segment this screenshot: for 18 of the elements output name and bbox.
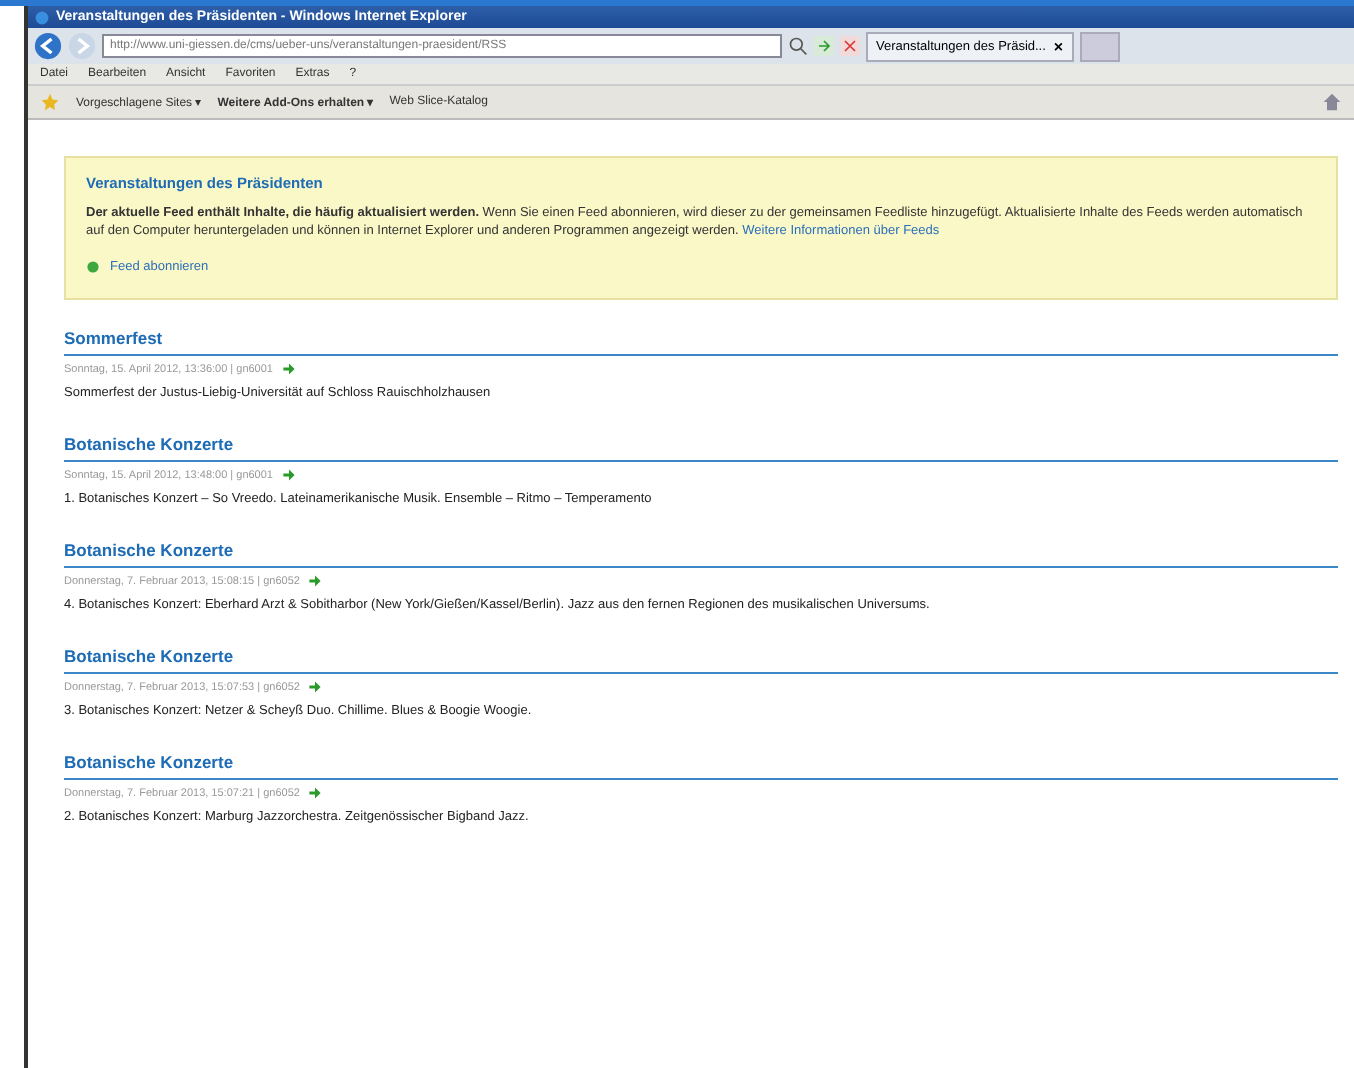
home-icon[interactable] xyxy=(1322,92,1342,112)
entry-title-link[interactable]: Botanische Konzerte xyxy=(64,752,1338,780)
arrow-icon[interactable] xyxy=(281,362,295,376)
arrow-icon[interactable] xyxy=(281,468,295,482)
search-icon[interactable] xyxy=(788,36,808,56)
back-icon[interactable] xyxy=(34,32,62,60)
entry-title-link[interactable]: Botanische Konzerte xyxy=(64,540,1338,568)
entry-title-link[interactable]: Sommerfest xyxy=(64,328,1338,356)
entry-title-link[interactable]: Botanische Konzerte xyxy=(64,434,1338,462)
arrow-icon[interactable] xyxy=(307,574,322,588)
arrow-icon[interactable] xyxy=(307,680,322,694)
star-icon[interactable] xyxy=(40,92,60,112)
browser-logo-icon xyxy=(34,9,50,25)
entry-title-link[interactable]: Botanische Konzerte xyxy=(64,646,1338,674)
refresh-icon[interactable] xyxy=(814,36,834,56)
stop-icon[interactable] xyxy=(840,36,860,56)
subscribe-icon xyxy=(86,260,100,274)
arrow-icon[interactable] xyxy=(307,786,322,800)
